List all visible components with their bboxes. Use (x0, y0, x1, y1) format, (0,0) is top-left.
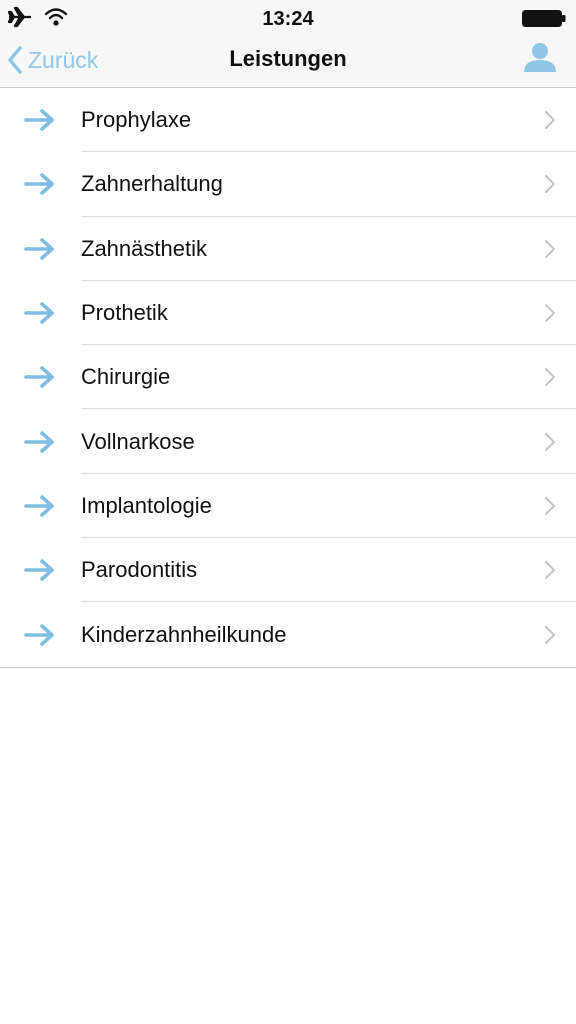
arrow-right-icon (24, 302, 54, 324)
battery-icon (522, 10, 566, 27)
chevron-right-icon (545, 561, 555, 580)
list-item-label: Chirurgie (81, 364, 171, 390)
list-item[interactable]: Chirurgie (0, 345, 576, 410)
arrow-right-icon (24, 623, 54, 646)
list-item-label: Parodontitis (81, 557, 198, 583)
arrow-right-icon (24, 366, 54, 389)
chevron-right-icon (545, 304, 555, 323)
list-item-label: Vollnarkose (81, 428, 195, 454)
list-item[interactable]: Vollnarkose (0, 409, 576, 474)
arrow-right-icon (24, 173, 54, 196)
services-list: Prophylaxe Zahnerhaltung Zahnästhetik Proth… (0, 88, 576, 668)
list-item[interactable]: Prothetik (0, 281, 576, 346)
list-item-label: Kinderzahnheilkunde (81, 621, 287, 647)
chevron-right-icon (545, 111, 555, 130)
arrow-right-icon (24, 559, 54, 582)
status-bar: 13:24 (0, 0, 576, 36)
list-item-label: Zahnästhetik (81, 235, 207, 261)
status-time: 13:24 (262, 8, 314, 30)
list-item-label: Implantologie (81, 492, 212, 518)
list-item-label: Prothetik (81, 300, 168, 326)
list-item[interactable]: Zahnerhaltung (0, 152, 576, 217)
arrow-right-icon (24, 237, 54, 260)
back-label: Zurück (28, 46, 99, 73)
chevron-right-icon (545, 496, 555, 515)
chevron-right-icon (545, 239, 555, 258)
navigation-bar: Zurück Leistungen (0, 36, 576, 88)
arrow-right-icon (24, 430, 54, 453)
list-item[interactable]: Parodontitis (0, 538, 576, 603)
list-item[interactable]: Prophylaxe (0, 88, 576, 153)
profile-icon[interactable] (522, 40, 558, 76)
list-item-label: Prophylaxe (81, 107, 192, 133)
chevron-left-icon (8, 46, 22, 74)
chevron-right-icon (545, 175, 555, 194)
list-item[interactable]: Kinderzahnheilkunde (0, 602, 576, 666)
arrow-right-icon (24, 495, 54, 517)
back-button[interactable]: Zurück (6, 42, 98, 78)
list-item-label: Zahnerhaltung (81, 171, 223, 197)
list-item[interactable]: Implantologie (0, 474, 576, 539)
chevron-right-icon (545, 368, 555, 387)
list-item[interactable]: Zahnästhetik (0, 217, 576, 281)
chevron-right-icon (545, 432, 555, 451)
chevron-right-icon (545, 625, 555, 644)
arrow-right-icon (24, 109, 54, 131)
